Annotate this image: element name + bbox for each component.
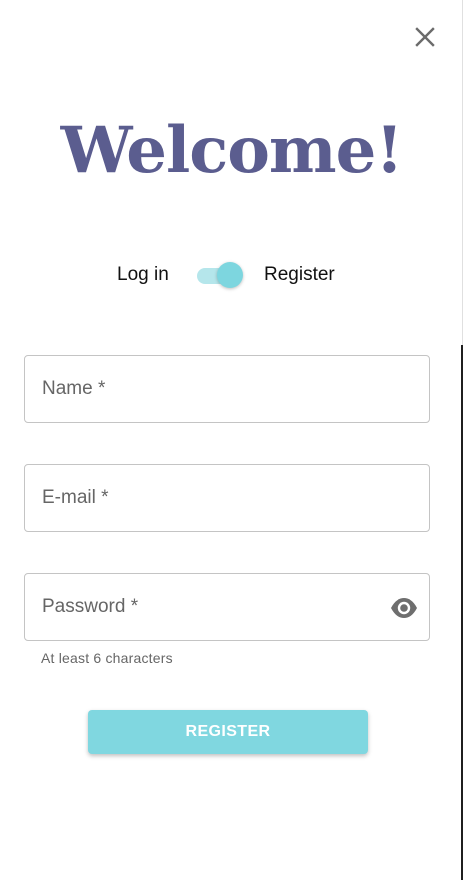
login-register-switch[interactable] [194, 261, 246, 289]
eye-icon [391, 598, 417, 618]
close-icon [415, 27, 435, 47]
email-field[interactable]: E-mail * [24, 464, 430, 532]
register-button[interactable]: REGISTER [88, 710, 368, 754]
register-mode-label[interactable]: Register [264, 264, 335, 286]
toggle-password-visibility-button[interactable] [389, 595, 419, 621]
close-button[interactable] [410, 22, 440, 52]
email-field-label: E-mail * [42, 487, 109, 508]
name-field[interactable]: Name * [24, 355, 430, 423]
password-helper-text: At least 6 characters [41, 650, 173, 666]
mode-toggle-row: Log in Register [0, 258, 463, 292]
register-dialog: Welcome! Log in Register Name * E-mail *… [0, 0, 463, 880]
name-field-label: Name * [42, 378, 106, 399]
password-field[interactable]: Password * [24, 573, 430, 641]
page-title: Welcome! [60, 113, 404, 188]
switch-thumb [217, 262, 243, 288]
login-mode-label[interactable]: Log in [117, 264, 169, 286]
password-field-label: Password * [42, 596, 139, 617]
